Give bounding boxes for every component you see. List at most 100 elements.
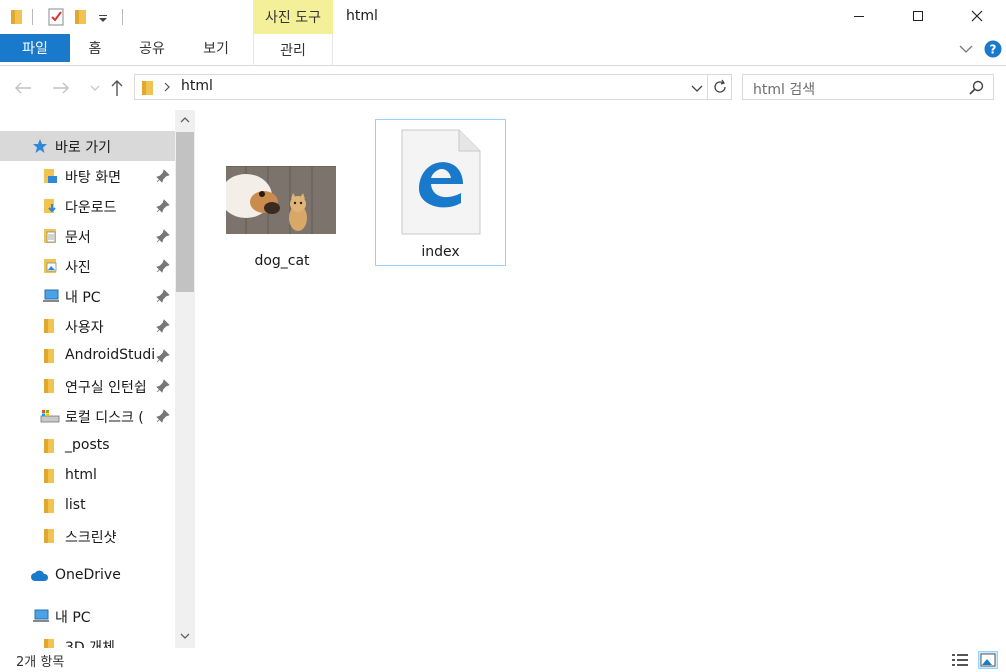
chevron-down-icon <box>180 633 190 639</box>
folder-icon[interactable] <box>10 7 24 27</box>
navigation-pane: 바로 가기 바탕 화면 다운로드 문서 사진 내 PC 사용자 AndroidS… <box>0 110 196 648</box>
recent-locations-button[interactable] <box>84 78 106 98</box>
nav-item-this-pc-root[interactable]: 내 PC <box>0 601 175 631</box>
tab-home[interactable]: 홈 <box>78 34 112 62</box>
documents-folder-icon <box>42 228 58 244</box>
customize-quick-access-icon[interactable] <box>98 7 108 27</box>
edge-document-icon <box>401 129 481 239</box>
drive-icon <box>40 408 60 424</box>
chevron-up-icon <box>180 117 190 123</box>
pin-icon[interactable] <box>156 199 170 213</box>
divider <box>122 9 123 25</box>
folder-icon <box>42 528 58 544</box>
back-button[interactable] <box>12 78 34 98</box>
forward-button[interactable] <box>50 78 72 98</box>
properties-icon[interactable] <box>48 7 64 27</box>
large-icons-view-icon[interactable] <box>978 651 998 669</box>
file-item-index[interactable]: index <box>375 119 506 266</box>
pin-icon[interactable] <box>156 259 170 273</box>
close-icon <box>971 10 983 22</box>
ribbon: 파일 홈 공유 보기 관리 ? <box>0 34 1006 66</box>
tab-share[interactable]: 공유 <box>132 34 172 62</box>
scroll-up-button[interactable] <box>175 110 195 130</box>
folder-icon <box>42 378 58 394</box>
address-dropdown-icon[interactable] <box>691 82 703 98</box>
file-list: dog_cat index <box>196 110 1006 648</box>
nav-item-documents[interactable]: 문서 <box>0 221 175 251</box>
tab-view[interactable]: 보기 <box>194 34 238 62</box>
folder-icon <box>141 80 155 100</box>
nav-item-androidstudio[interactable]: AndroidStudi <box>0 341 175 371</box>
pin-icon[interactable] <box>156 289 170 303</box>
nav-item-downloads[interactable]: 다운로드 <box>0 191 175 221</box>
tab-file[interactable]: 파일 <box>0 34 70 62</box>
nav-item-desktop[interactable]: 바탕 화면 <box>0 161 175 191</box>
search-input[interactable]: html 검색 <box>742 74 994 100</box>
close-button[interactable] <box>954 0 1000 32</box>
nav-quick-access[interactable]: 바로 가기 <box>0 131 175 161</box>
star-icon <box>32 138 48 154</box>
up-button[interactable] <box>106 78 128 98</box>
file-name: dog_cat <box>254 253 310 269</box>
address-bar[interactable]: html <box>134 74 708 100</box>
chevron-right-icon[interactable] <box>163 80 171 98</box>
window-title: html <box>346 8 378 24</box>
new-folder-icon[interactable] <box>74 7 88 27</box>
nav-item-screenshots[interactable]: 스크린샷 <box>0 521 175 551</box>
pin-icon[interactable] <box>156 319 170 333</box>
folder-icon <box>42 318 58 334</box>
image-thumbnail <box>220 165 336 238</box>
tab-manage[interactable]: 관리 <box>253 34 333 66</box>
nav-item-list[interactable]: list <box>0 491 175 521</box>
pc-icon <box>42 288 59 304</box>
details-view-icon[interactable] <box>950 651 970 669</box>
minimize-icon <box>854 16 864 17</box>
nav-item-users[interactable]: 사용자 <box>0 311 175 341</box>
nav-item-lab-internship[interactable]: 연구실 인턴쉽 <box>0 371 175 401</box>
arrow-up-icon <box>111 80 123 96</box>
nav-item-3d-objects[interactable]: 3D 개체 <box>0 631 175 648</box>
nav-scrollbar[interactable] <box>175 110 195 648</box>
search-placeholder: html 검색 <box>753 82 816 98</box>
file-item-dog-cat[interactable]: dog_cat <box>220 120 344 269</box>
desktop-folder-icon <box>42 168 58 184</box>
chevron-down-icon[interactable] <box>958 42 974 60</box>
breadcrumb-segment[interactable]: html <box>181 78 213 94</box>
minimize-button[interactable] <box>836 0 882 32</box>
pin-icon[interactable] <box>156 349 170 363</box>
nav-item-pictures[interactable]: 사진 <box>0 251 175 281</box>
folder-icon <box>42 498 58 514</box>
maximize-icon <box>913 11 923 21</box>
nav-item-local-disk[interactable]: 로컬 디스크 ( <box>0 401 175 431</box>
downloads-folder-icon <box>42 198 58 214</box>
folder-icon <box>42 348 58 364</box>
scroll-thumb[interactable] <box>176 132 194 292</box>
address-row: html html 검색 <box>0 66 1006 110</box>
nav-item-this-pc[interactable]: 내 PC <box>0 281 175 311</box>
nav-item-html[interactable]: html <box>0 461 175 491</box>
pc-icon <box>32 608 49 624</box>
pin-icon[interactable] <box>156 229 170 243</box>
divider <box>32 9 33 25</box>
help-icon[interactable]: ? <box>984 40 1002 62</box>
folder-icon <box>42 438 58 454</box>
maximize-button[interactable] <box>895 0 941 32</box>
file-name: index <box>421 244 460 260</box>
status-bar: 2개 항목 <box>0 648 1006 672</box>
refresh-icon <box>713 79 726 93</box>
title-bar: 사진 도구 html <box>0 0 1006 34</box>
pictures-folder-icon <box>42 258 58 274</box>
scroll-down-button[interactable] <box>175 626 195 646</box>
nav-item-posts[interactable]: _posts <box>0 431 175 461</box>
refresh-button[interactable] <box>708 74 732 100</box>
arrow-left-icon <box>15 82 31 94</box>
chevron-down-icon <box>90 85 100 91</box>
nav-item-onedrive[interactable]: OneDrive <box>0 561 175 591</box>
pin-icon[interactable] <box>156 379 170 393</box>
pin-icon[interactable] <box>156 169 170 183</box>
cloud-icon <box>30 568 49 584</box>
search-icon[interactable] <box>969 80 985 100</box>
arrow-right-icon <box>53 82 69 94</box>
photo-tools-header: 사진 도구 <box>253 0 333 34</box>
pin-icon[interactable] <box>156 409 170 423</box>
